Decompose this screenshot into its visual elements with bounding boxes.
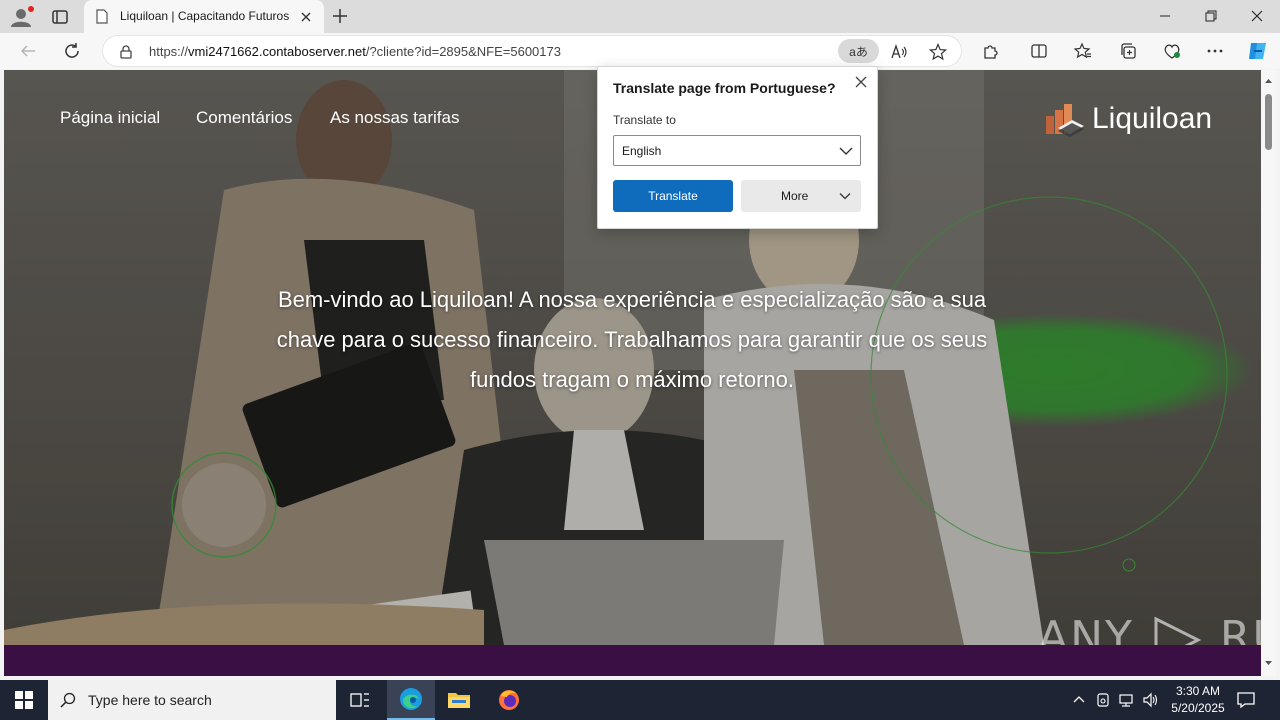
network-icon[interactable] <box>1117 691 1135 709</box>
close-window-icon[interactable] <box>1234 0 1280 32</box>
restore-icon[interactable] <box>1188 0 1234 32</box>
new-tab-icon[interactable] <box>332 8 348 24</box>
search-icon <box>60 692 76 708</box>
notifications-icon[interactable] <box>1236 690 1256 710</box>
selected-language: English <box>622 144 662 158</box>
page-scrollbar[interactable] <box>1261 70 1276 676</box>
browser-essentials-icon[interactable] <box>1162 41 1182 61</box>
back-icon[interactable] <box>18 41 38 61</box>
refresh-icon[interactable] <box>62 41 82 61</box>
favorites-icon[interactable] <box>1073 41 1093 61</box>
favorite-star-icon[interactable] <box>928 42 948 62</box>
lock-icon[interactable] <box>119 45 133 59</box>
more-options-icon[interactable] <box>1205 41 1225 61</box>
clock-date: 5/20/2025 <box>1171 701 1225 715</box>
browser-toolbar: https://vmi2471662.contaboserver.net/?cl… <box>0 33 1280 69</box>
tab-actions-icon[interactable] <box>50 7 70 27</box>
system-clock[interactable]: 3:30 AM 5/20/2025 <box>1162 683 1234 717</box>
more-button-label: More <box>781 189 809 203</box>
logo-text: Liquiloan <box>1092 102 1213 135</box>
scroll-down-icon[interactable] <box>1261 658 1276 668</box>
translate-button[interactable]: Translate <box>613 180 733 212</box>
hero-heading: Bem-vindo ao Liquiloan! A nossa experiên… <box>276 287 988 392</box>
copilot-icon[interactable] <box>1246 39 1270 63</box>
scroll-up-icon[interactable] <box>1261 76 1276 86</box>
taskbar-search-box[interactable]: Type here to search <box>48 680 336 720</box>
translate-to-label: Translate to <box>613 113 676 127</box>
address-bar[interactable]: https://vmi2471662.contaboserver.net/?cl… <box>102 35 962 67</box>
volume-icon[interactable] <box>1141 691 1159 709</box>
logo-icon <box>1046 104 1084 137</box>
profile-icon[interactable] <box>8 5 34 29</box>
translate-dialog-title: Translate page from Portuguese? <box>613 80 836 96</box>
chevron-down-icon <box>839 190 851 202</box>
language-select[interactable]: English <box>613 135 861 166</box>
nav-comments-link[interactable]: Comentários <box>196 108 292 128</box>
page-icon <box>96 9 108 24</box>
scrollbar-thumb[interactable] <box>1265 94 1272 150</box>
device-icon[interactable] <box>1094 691 1112 709</box>
task-view-icon[interactable] <box>336 680 384 720</box>
windows-start-icon[interactable] <box>0 680 48 720</box>
extensions-icon[interactable] <box>981 41 1001 61</box>
active-tab[interactable]: Liquiloan | Capacitando Futuros Financei… <box>84 0 324 33</box>
more-button[interactable]: More <box>741 180 861 212</box>
collections-icon[interactable] <box>1118 41 1138 61</box>
url-text[interactable]: https://vmi2471662.contaboserver.net/?cl… <box>149 44 561 59</box>
chevron-up-icon[interactable] <box>1070 691 1088 709</box>
minimize-icon[interactable] <box>1142 0 1188 32</box>
windows-taskbar: Type here to search 3:30 AM 5/20/2025 <box>0 680 1280 720</box>
nav-home-link[interactable]: Página inicial <box>60 108 160 128</box>
purple-footer-band <box>4 645 1261 676</box>
edge-taskbar-icon[interactable] <box>387 680 435 720</box>
tab-strip: Liquiloan | Capacitando Futuros Financei… <box>0 0 1280 33</box>
chevron-down-icon <box>838 144 854 158</box>
nav-rates-link[interactable]: As nossas tarifas <box>330 108 459 128</box>
site-logo[interactable]: Liquiloan <box>1044 100 1224 140</box>
file-explorer-icon[interactable] <box>435 680 483 720</box>
split-screen-icon[interactable] <box>1029 41 1049 61</box>
firefox-icon[interactable] <box>485 680 533 720</box>
tab-title: Liquiloan | Capacitando Futuros Financei… <box>120 9 290 23</box>
translate-icon[interactable]: aあ <box>838 39 879 63</box>
clock-time: 3:30 AM <box>1175 684 1221 698</box>
read-aloud-icon[interactable] <box>889 42 909 62</box>
translate-dialog: Translate page from Portuguese? Translat… <box>597 66 878 229</box>
close-icon[interactable] <box>853 74 869 90</box>
search-placeholder: Type here to search <box>88 692 212 708</box>
close-tab-icon[interactable] <box>300 10 312 22</box>
